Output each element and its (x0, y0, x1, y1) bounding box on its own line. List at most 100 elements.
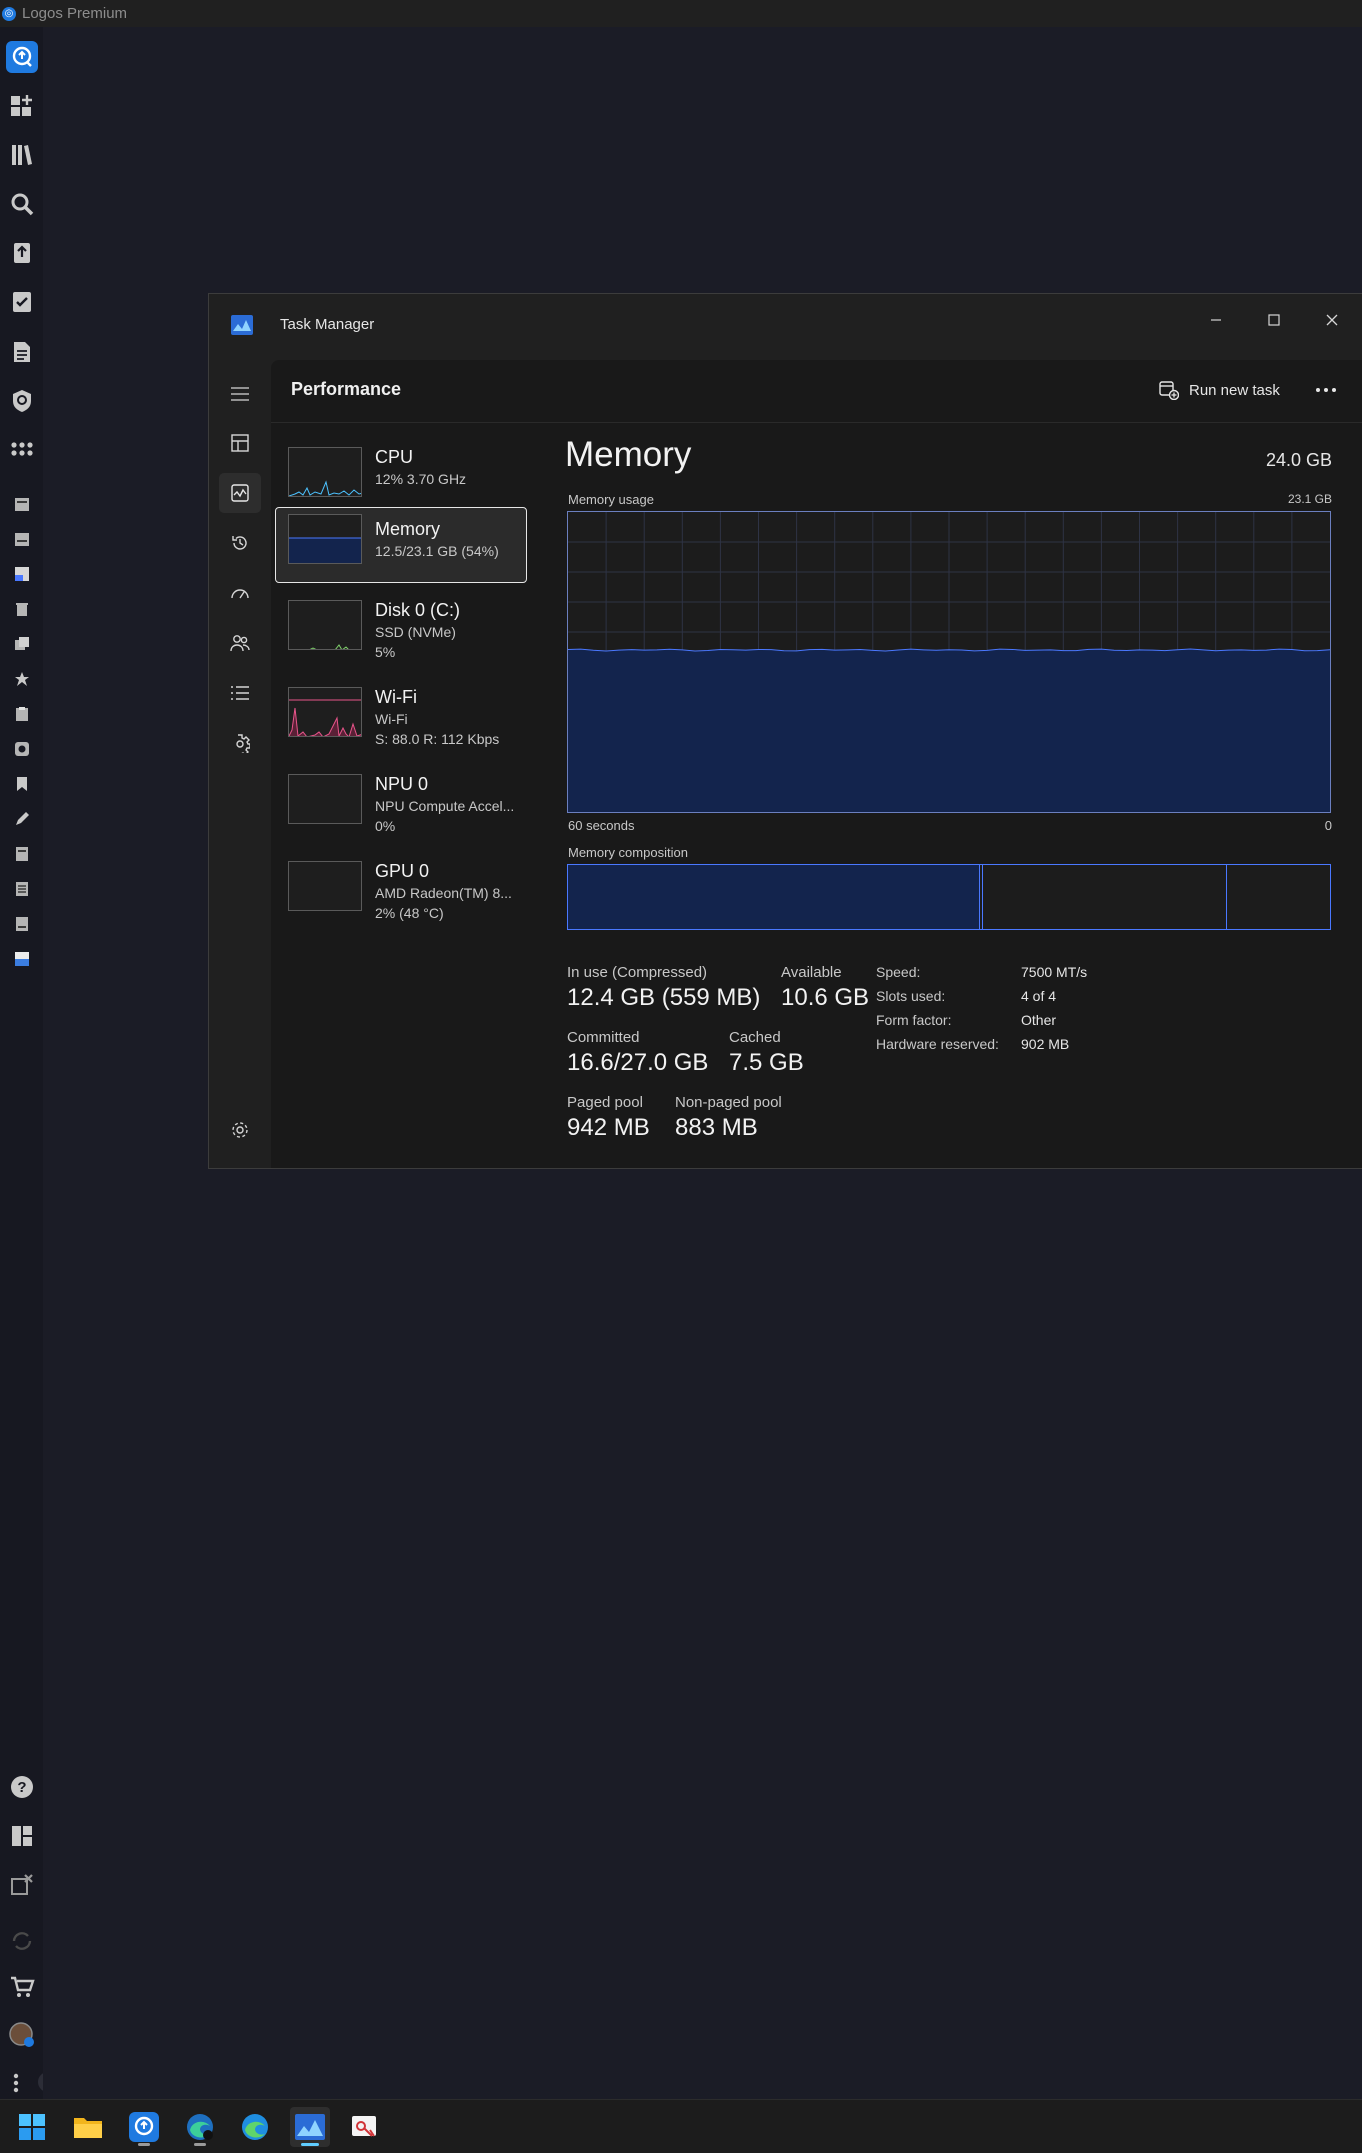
shortcut-media-icon[interactable] (12, 949, 32, 969)
shortcut-clipboard-icon[interactable] (12, 704, 32, 724)
time-span-label: 60 seconds (568, 818, 635, 833)
composition-standby (983, 865, 1228, 929)
shortcut-bookmark-icon[interactable] (12, 774, 32, 794)
task-manager-titlebar[interactable]: Task Manager (209, 294, 1362, 360)
device-memory[interactable]: Memory 12.5/23.1 GB (54%) (275, 507, 527, 583)
logos-taskbar-button[interactable] (124, 2107, 164, 2147)
nav-services[interactable] (219, 723, 261, 763)
hamburger-menu-button[interactable] (219, 374, 261, 414)
shortcut-trash-icon[interactable] (12, 599, 32, 619)
more-vertical-icon[interactable] (6, 2067, 26, 2099)
device-detail: Wi-Fi (375, 711, 408, 727)
edge-dev-icon (187, 2114, 213, 2140)
app-title: Logos Premium (22, 5, 128, 22)
shortcut-book-icon[interactable] (12, 494, 32, 514)
edge-button[interactable] (235, 2107, 275, 2147)
device-detail: 12.5/23.1 GB (54%) (375, 543, 499, 559)
more-options-button[interactable] (1311, 376, 1341, 404)
task-manager-icon (295, 2114, 325, 2140)
close-button[interactable] (1303, 300, 1361, 340)
nav-startup-apps[interactable] (219, 573, 261, 613)
committed-value: 16.6/27.0 GB (567, 1049, 709, 1076)
device-name: Memory (375, 519, 441, 539)
sync-icon[interactable] (6, 1925, 38, 1957)
file-explorer-icon (74, 2118, 102, 2138)
shortcut-bible-icon[interactable] (12, 529, 32, 549)
windows-start-button[interactable] (12, 2107, 52, 2147)
shortcut-pen-icon[interactable] (12, 809, 32, 829)
memory-thumbnail-graph (288, 514, 362, 564)
shield-icon[interactable] (6, 385, 38, 417)
close-panels-icon[interactable] (6, 1869, 38, 1901)
layouts-icon[interactable] (6, 1820, 38, 1852)
nav-app-history[interactable] (219, 523, 261, 563)
help-icon[interactable]: ? (6, 1771, 38, 1803)
run-task-icon (1159, 381, 1179, 400)
account-avatar-icon[interactable] (6, 2019, 38, 2051)
library-icon[interactable] (6, 139, 38, 171)
logos-home-icon[interactable] (6, 41, 38, 73)
document-icon[interactable] (6, 336, 38, 368)
shortcut-notebook-icon[interactable] (12, 844, 32, 864)
snipping-tool-button[interactable] (345, 2107, 385, 2147)
logos-sidebar: ? › (0, 27, 58, 2099)
sermon-upload-icon[interactable] (6, 237, 38, 269)
device-name: NPU 0 (375, 774, 429, 794)
device-wifi[interactable]: Wi-Fi Wi-Fi S: 88.0 R: 112 Kbps (275, 681, 527, 757)
memory-usage-chart (567, 512, 1331, 812)
dashboard-add-icon[interactable] (6, 90, 38, 122)
device-disk[interactable]: Disk 0 (C:) SSD (NVMe) 5% (275, 594, 527, 670)
snipping-tool-icon (352, 2116, 376, 2137)
nav-details[interactable] (219, 673, 261, 713)
device-gpu[interactable]: GPU 0 AMD Radeon(TM) 8... 2% (48 °C) (275, 855, 527, 931)
task-manager-nav (209, 360, 271, 1168)
task-manager-taskbar-button[interactable] (290, 2107, 330, 2147)
nav-performance[interactable] (219, 473, 261, 513)
device-name: Wi-Fi (375, 687, 417, 707)
nav-processes[interactable] (219, 423, 261, 463)
logos-app-icon: ◎ (2, 6, 16, 21)
shortcut-record-icon[interactable] (12, 739, 32, 759)
nav-settings[interactable] (219, 1110, 261, 1150)
nav-users[interactable] (219, 623, 261, 663)
file-explorer-button[interactable] (68, 2107, 108, 2147)
edge-dev-button[interactable] (180, 2107, 220, 2147)
nonpaged-pool-label: Non-paged pool (675, 1094, 782, 1111)
task-manager-window: Task Manager Performance Run new task CP… (208, 293, 1362, 1169)
device-detail-2: 2% (48 °C) (375, 905, 444, 921)
svg-text:?: ? (17, 1779, 26, 1796)
shortcut-copies-icon[interactable] (12, 634, 32, 654)
running-indicator (138, 2143, 150, 2146)
device-npu[interactable]: NPU 0 NPU Compute Accel... 0% (275, 768, 527, 844)
performance-header: Performance Run new task (271, 360, 1362, 423)
hardware-reserved-value: 902 MB (1021, 1036, 1070, 1052)
shortcut-list-icon[interactable] (12, 879, 32, 899)
committed-label: Committed (567, 1029, 640, 1046)
device-name: Disk 0 (C:) (375, 600, 460, 620)
shortcut-book2-icon[interactable] (12, 914, 32, 934)
speed-value: 7500 MT/s (1021, 964, 1088, 980)
shortcut-star-icon[interactable] (12, 669, 32, 689)
close-icon (1326, 314, 1338, 326)
device-name: GPU 0 (375, 861, 430, 881)
checklist-icon[interactable] (6, 286, 38, 318)
cart-icon[interactable] (6, 1971, 38, 2003)
window-title: Task Manager (280, 316, 375, 333)
logos-icon (129, 2112, 159, 2142)
apps-grid-icon[interactable] (6, 434, 38, 466)
minimize-button[interactable] (1187, 300, 1245, 340)
memory-composition-bar (567, 864, 1331, 930)
hardware-reserved-label: Hardware reserved: (876, 1036, 999, 1052)
slots-label: Slots used: (876, 988, 946, 1004)
in-use-label: In use (Compressed) (567, 964, 708, 981)
device-cpu[interactable]: CPU 12% 3.70 GHz (275, 441, 527, 517)
in-use-value: 12.4 GB (559 MB) (567, 984, 761, 1011)
available-label: Available (781, 964, 842, 981)
maximize-button[interactable] (1245, 300, 1303, 340)
memory-usage-max: 23.1 GB (1287, 492, 1332, 506)
slots-value: 4 of 4 (1021, 988, 1057, 1004)
search-icon[interactable] (6, 188, 38, 220)
shortcut-resource-icon[interactable] (12, 564, 32, 584)
run-new-task-button[interactable]: Run new task (1159, 376, 1280, 404)
device-detail-2: S: 88.0 R: 112 Kbps (375, 731, 500, 747)
